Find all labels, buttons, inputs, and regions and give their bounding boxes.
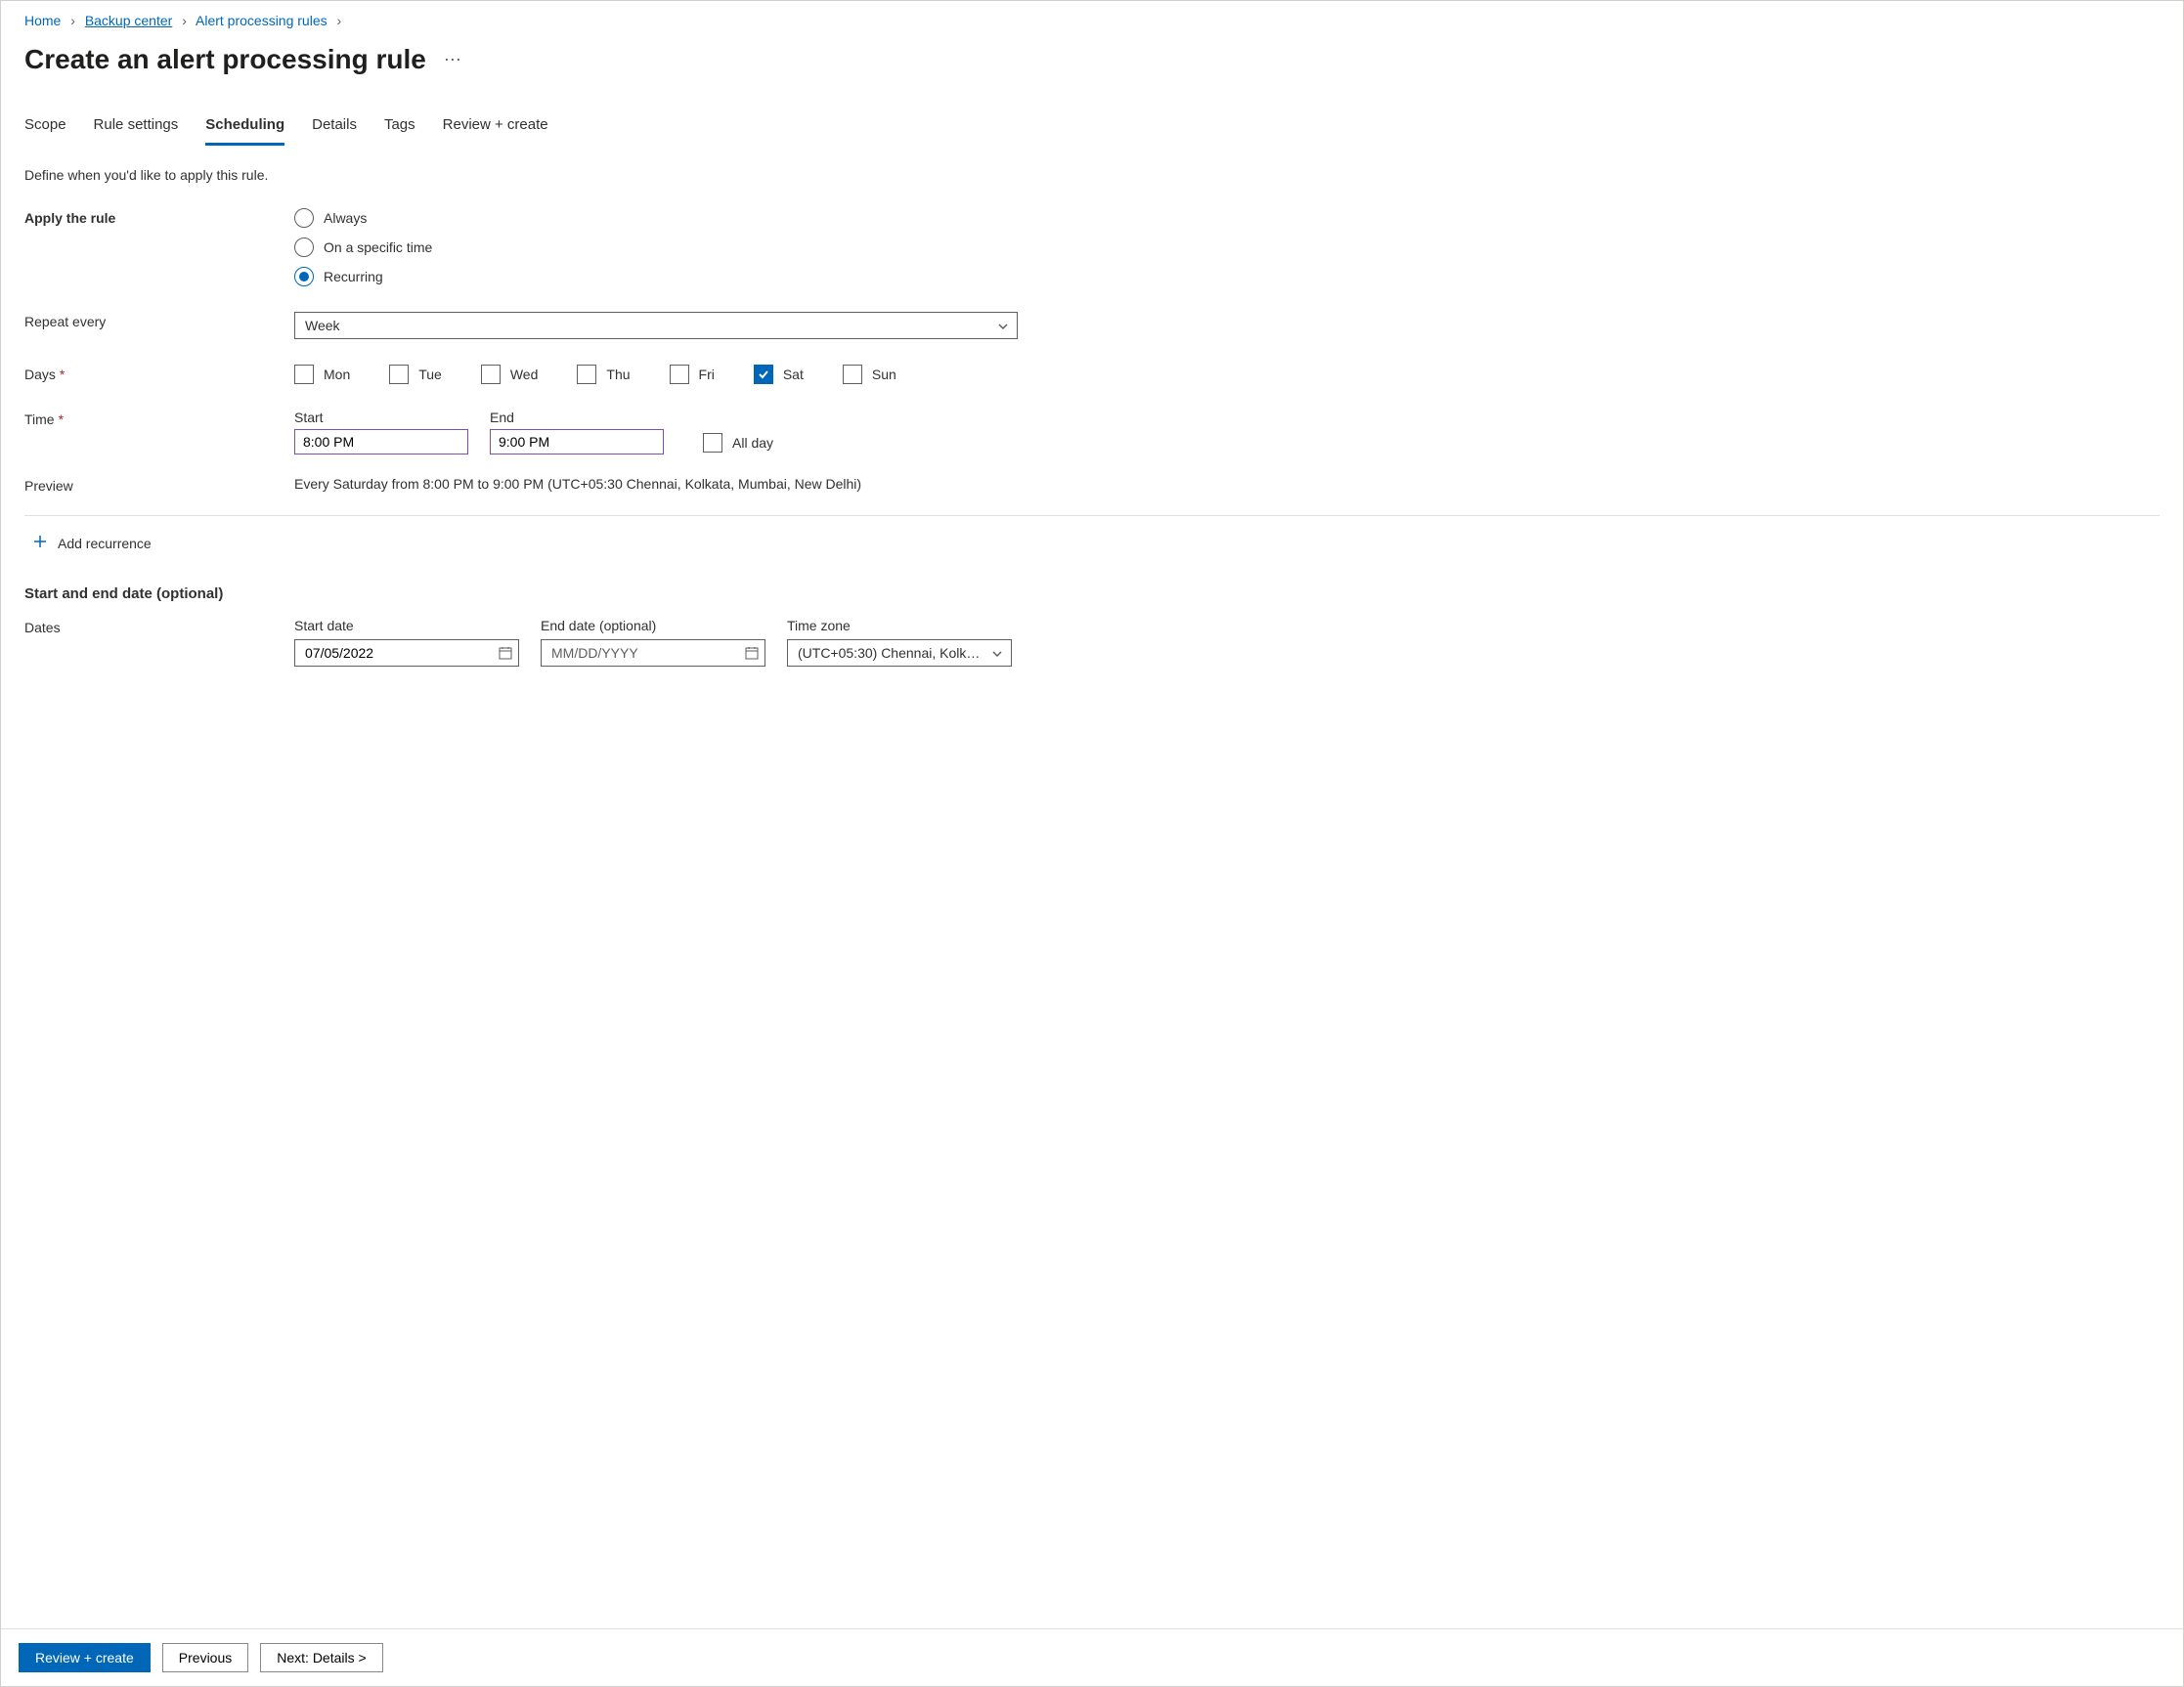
timezone-select[interactable]: (UTC+05:30) Chennai, Kolka... bbox=[787, 639, 1012, 667]
footer: Review + create Previous Next: Details > bbox=[1, 1628, 2183, 1686]
days-checkbox-group: Mon Tue Wed Thu bbox=[294, 365, 2160, 384]
day-check-sun[interactable]: Sun bbox=[843, 365, 896, 384]
select-value: Week bbox=[305, 318, 340, 333]
start-end-header: Start and end date (optional) bbox=[24, 585, 2160, 602]
chevron-right-icon: › bbox=[70, 13, 75, 28]
radio-icon bbox=[294, 208, 314, 228]
chevron-down-icon bbox=[997, 320, 1009, 331]
apply-rule-label: Apply the rule bbox=[24, 208, 294, 286]
start-time-input[interactable] bbox=[294, 429, 468, 454]
end-time-label: End bbox=[490, 410, 664, 425]
chevron-right-icon: › bbox=[182, 13, 187, 28]
start-time-label: Start bbox=[294, 410, 468, 425]
day-check-tue[interactable]: Tue bbox=[389, 365, 442, 384]
radio-label: Recurring bbox=[324, 269, 383, 284]
checkbox-icon bbox=[481, 365, 501, 384]
day-check-thu[interactable]: Thu bbox=[577, 365, 630, 384]
preview-text: Every Saturday from 8:00 PM to 9:00 PM (… bbox=[294, 476, 2160, 492]
end-date-label: End date (optional) bbox=[541, 618, 765, 633]
start-date-input[interactable] bbox=[294, 639, 519, 667]
day-label: Tue bbox=[418, 367, 442, 382]
days-label: Days* bbox=[24, 365, 294, 384]
radio-icon bbox=[294, 267, 314, 286]
day-label: Sun bbox=[872, 367, 896, 382]
divider bbox=[24, 515, 2160, 516]
start-date-label: Start date bbox=[294, 618, 519, 633]
end-time-input[interactable] bbox=[490, 429, 664, 454]
dates-label: Dates bbox=[24, 618, 294, 667]
next-details-button[interactable]: Next: Details > bbox=[260, 1643, 382, 1672]
radio-label: Always bbox=[324, 210, 367, 226]
review-create-button[interactable]: Review + create bbox=[19, 1643, 151, 1672]
checkbox-icon bbox=[754, 365, 773, 384]
time-label: Time* bbox=[24, 410, 294, 454]
breadcrumb-alert-processing-rules[interactable]: Alert processing rules bbox=[196, 13, 328, 28]
plus-icon bbox=[32, 534, 48, 552]
checkbox-icon bbox=[843, 365, 862, 384]
checkbox-icon bbox=[670, 365, 689, 384]
preview-label: Preview bbox=[24, 476, 294, 494]
radio-specific-time[interactable]: On a specific time bbox=[294, 238, 2160, 257]
checkbox-icon bbox=[294, 365, 314, 384]
tabs: Scope Rule settings Scheduling Details T… bbox=[24, 116, 2160, 146]
chevron-down-icon bbox=[991, 647, 1003, 659]
radio-label: On a specific time bbox=[324, 239, 432, 255]
day-check-mon[interactable]: Mon bbox=[294, 365, 350, 384]
day-label: Thu bbox=[606, 367, 630, 382]
all-day-check[interactable]: All day bbox=[703, 433, 773, 454]
checkbox-icon bbox=[703, 433, 722, 453]
breadcrumb-home[interactable]: Home bbox=[24, 13, 61, 28]
day-check-wed[interactable]: Wed bbox=[481, 365, 539, 384]
breadcrumb-backup-center[interactable]: Backup center bbox=[85, 13, 173, 28]
select-value: (UTC+05:30) Chennai, Kolka... bbox=[798, 645, 983, 661]
checkbox-icon bbox=[389, 365, 409, 384]
tab-rule-settings[interactable]: Rule settings bbox=[94, 116, 179, 146]
breadcrumb: Home › Backup center › Alert processing … bbox=[24, 11, 2160, 38]
add-recurrence-label: Add recurrence bbox=[58, 536, 152, 551]
tab-review-create[interactable]: Review + create bbox=[443, 116, 548, 146]
day-label: Sat bbox=[783, 367, 804, 382]
radio-always[interactable]: Always bbox=[294, 208, 2160, 228]
day-label: Wed bbox=[510, 367, 539, 382]
day-label: Mon bbox=[324, 367, 350, 382]
checkbox-icon bbox=[577, 365, 596, 384]
repeat-every-label: Repeat every bbox=[24, 312, 294, 339]
calendar-icon[interactable] bbox=[498, 645, 513, 661]
calendar-icon[interactable] bbox=[744, 645, 760, 661]
end-date-input[interactable] bbox=[541, 639, 765, 667]
tab-scope[interactable]: Scope bbox=[24, 116, 66, 146]
radio-recurring[interactable]: Recurring bbox=[294, 267, 2160, 286]
all-day-label: All day bbox=[732, 435, 773, 451]
day-check-sat[interactable]: Sat bbox=[754, 365, 804, 384]
repeat-every-select[interactable]: Week bbox=[294, 312, 1018, 339]
radio-icon bbox=[294, 238, 314, 257]
intro-text: Define when you'd like to apply this rul… bbox=[24, 167, 2160, 183]
tab-details[interactable]: Details bbox=[312, 116, 357, 146]
tab-tags[interactable]: Tags bbox=[384, 116, 415, 146]
tab-scheduling[interactable]: Scheduling bbox=[205, 116, 284, 146]
more-icon[interactable]: ⋯ bbox=[444, 50, 462, 70]
day-check-fri[interactable]: Fri bbox=[670, 365, 715, 384]
add-recurrence-button[interactable]: Add recurrence bbox=[24, 534, 2160, 552]
timezone-label: Time zone bbox=[787, 618, 1012, 633]
apply-rule-radio-group: Always On a specific time Recurring bbox=[294, 208, 2160, 286]
page-title: Create an alert processing rule bbox=[24, 44, 426, 75]
day-label: Fri bbox=[699, 367, 715, 382]
previous-button[interactable]: Previous bbox=[162, 1643, 248, 1672]
chevron-right-icon: › bbox=[337, 13, 342, 28]
